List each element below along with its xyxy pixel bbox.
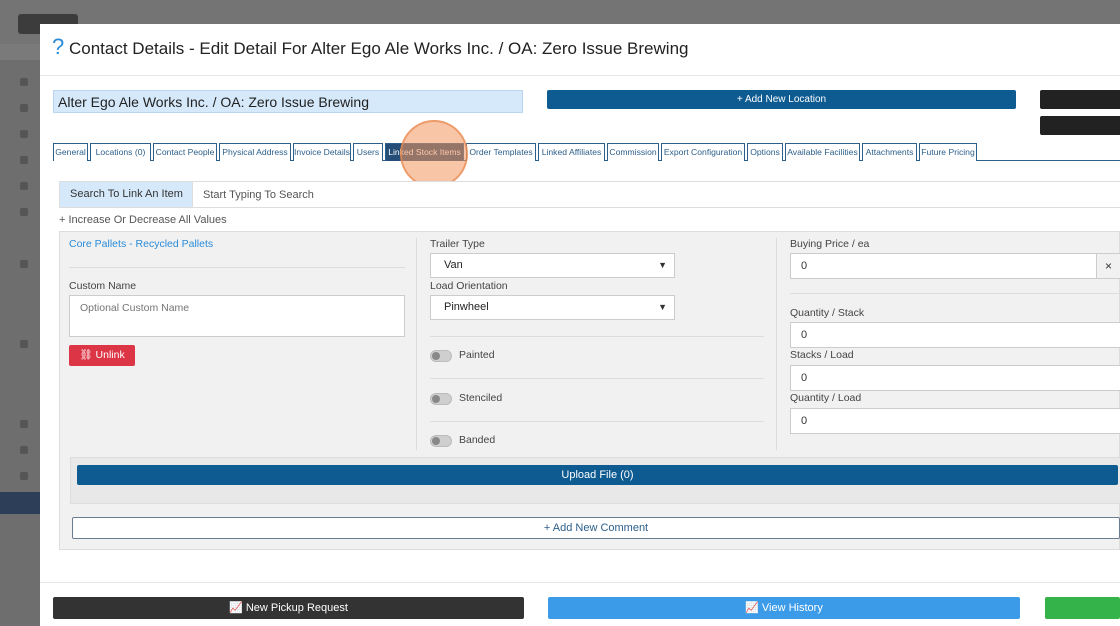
load-orientation-label: Load Orientation	[430, 280, 508, 292]
tab-physical-address[interactable]: Physical Address	[219, 143, 291, 161]
tab-invoice-details[interactable]: Invoice Details	[293, 143, 351, 161]
sidebar-icon	[20, 156, 28, 164]
modal-title: Contact Details - Edit Detail For Alter …	[69, 39, 689, 58]
upload-file-button[interactable]: Upload File (0)	[77, 465, 1118, 485]
unlink-button[interactable]: ⛓ Unlink	[69, 345, 135, 366]
action-button-1[interactable]	[1040, 90, 1120, 109]
sidebar-icon	[20, 420, 28, 428]
divider	[430, 336, 764, 337]
linked-item-panel: Core Pallets - Recycled Pallets Custom N…	[59, 231, 1120, 550]
view-history-button[interactable]: 📈 View History	[548, 597, 1020, 619]
tab-future-pricing[interactable]: Future Pricing	[919, 143, 977, 161]
sidebar-icon	[20, 340, 28, 348]
search-label: Search To Link An Item	[60, 182, 192, 207]
sidebar-icon	[20, 78, 28, 86]
quantity-stack-input[interactable]: 0	[790, 322, 1120, 348]
column-divider	[776, 238, 777, 450]
contact-name-field[interactable]: Alter Ego Ale Works Inc. / OA: Zero Issu…	[53, 90, 523, 113]
sidebar-icon	[20, 260, 28, 268]
sidebar-icon	[20, 182, 28, 190]
add-new-location-button[interactable]: + Add New Location	[547, 90, 1016, 109]
quantity-load-input[interactable]: 0	[790, 408, 1120, 434]
background-sidebar	[0, 60, 40, 626]
tab-export-configuration[interactable]: Export Configuration	[661, 143, 745, 161]
buying-price-input[interactable]: 0	[790, 253, 1097, 279]
tab-locations[interactable]: Locations (0)	[90, 143, 151, 161]
banded-label: Banded	[459, 434, 496, 446]
help-icon[interactable]: ?	[52, 34, 64, 60]
trailer-type-label: Trailer Type	[430, 238, 485, 250]
load-orientation-select[interactable]: Pinwheel ▼	[430, 295, 675, 320]
tab-order-templates[interactable]: Order Templates	[466, 143, 536, 161]
quantity-stack-label: Quantity / Stack	[790, 307, 865, 319]
sidebar-icon	[20, 104, 28, 112]
stacks-load-input[interactable]: 0	[790, 365, 1120, 391]
sidebar-icon	[20, 130, 28, 138]
sidebar-icon	[20, 208, 28, 216]
clear-price-button[interactable]: ×	[1096, 253, 1120, 279]
column-divider	[416, 238, 417, 450]
tab-users[interactable]: Users	[353, 143, 383, 161]
increase-decrease-all-link[interactable]: + Increase Or Decrease All Values	[59, 214, 227, 226]
tab-options[interactable]: Options	[747, 143, 783, 161]
custom-name-field[interactable]	[69, 295, 405, 337]
action-button-2[interactable]	[1040, 116, 1120, 135]
sidebar-icon	[20, 446, 28, 454]
tab-commission[interactable]: Commission	[607, 143, 659, 161]
tab-contact-people[interactable]: Contact People	[153, 143, 217, 161]
painted-toggle[interactable]	[430, 350, 452, 362]
contact-details-modal: ? Contact Details - Edit Detail For Alte…	[40, 24, 1120, 626]
divider	[430, 378, 764, 379]
banded-toggle[interactable]	[430, 435, 452, 447]
new-pickup-request-button[interactable]: 📈 New Pickup Request	[53, 597, 524, 619]
divider	[790, 293, 1120, 294]
trailer-type-value: Van	[444, 259, 463, 271]
stock-item-link[interactable]: Core Pallets - Recycled Pallets	[69, 238, 213, 250]
sidebar-icon	[20, 472, 28, 480]
painted-label: Painted	[459, 349, 495, 361]
divider	[69, 267, 405, 268]
trailer-type-select[interactable]: Van ▼	[430, 253, 675, 278]
chevron-down-icon: ▼	[658, 260, 667, 270]
link-item-search: Search To Link An Item	[59, 181, 1120, 208]
buying-price-label: Buying Price / ea	[790, 238, 870, 250]
modal-footer: 📈 New Pickup Request 📈 View History	[40, 582, 1120, 626]
click-highlight-marker	[400, 120, 468, 188]
chevron-down-icon: ▼	[658, 302, 667, 312]
detail-tabs: General Locations (0) Contact People Phy…	[53, 143, 1120, 161]
tab-available-facilities[interactable]: Available Facilities	[785, 143, 860, 161]
background-sidebar-active	[0, 492, 40, 514]
search-input[interactable]	[192, 182, 1120, 207]
stenciled-label: Stenciled	[459, 392, 503, 404]
stacks-load-label: Stacks / Load	[790, 349, 854, 361]
divider	[430, 421, 764, 422]
tab-linked-affiliates[interactable]: Linked Affiliates	[538, 143, 605, 161]
tab-general[interactable]: General	[53, 143, 88, 161]
load-orientation-value: Pinwheel	[444, 301, 489, 313]
stenciled-toggle[interactable]	[430, 393, 452, 405]
custom-name-label: Custom Name	[69, 280, 137, 292]
modal-header: ? Contact Details - Edit Detail For Alte…	[40, 24, 1120, 76]
save-button[interactable]	[1045, 597, 1120, 619]
add-new-comment-button[interactable]: + Add New Comment	[72, 517, 1120, 539]
tab-attachments[interactable]: Attachments	[862, 143, 917, 161]
upload-section: Upload File (0)	[70, 457, 1120, 504]
quantity-load-label: Quantity / Load	[790, 392, 862, 404]
